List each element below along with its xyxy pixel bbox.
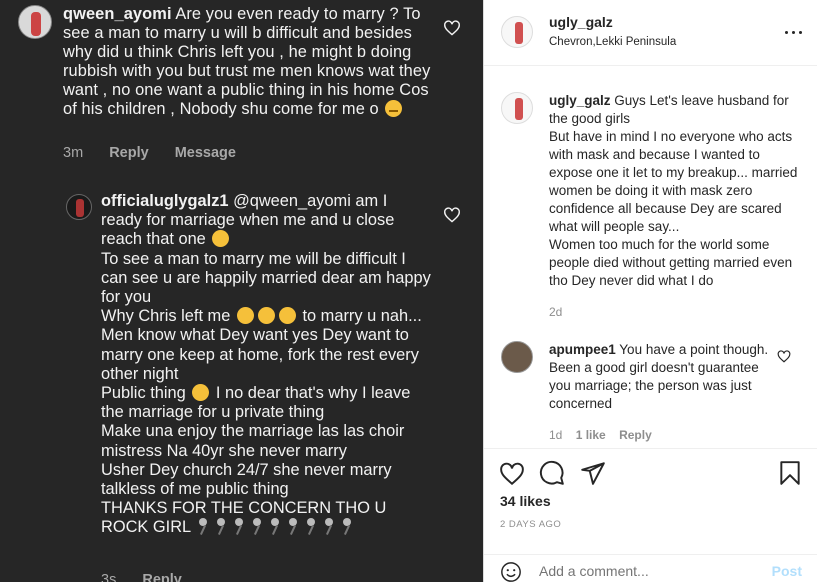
avatar[interactable] (66, 194, 92, 220)
caption-username[interactable]: ugly_galz (549, 93, 611, 108)
microphone-emoji (217, 518, 226, 535)
comment-line: Public thing (101, 384, 186, 403)
comment-apumpee: apumpee1 You have a point though. Been a… (549, 341, 779, 413)
avatar[interactable] (18, 5, 52, 39)
reply-button[interactable]: Reply (619, 428, 652, 442)
message-button[interactable]: Message (175, 145, 236, 161)
laughing-emoji (278, 307, 296, 325)
post-button[interactable]: Post (772, 563, 802, 579)
microphone-emoji (271, 518, 280, 535)
post-username[interactable]: ugly_galz (549, 14, 613, 30)
comment-username[interactable]: qween_ayomi (63, 5, 172, 23)
comment-time: 1d (549, 428, 563, 442)
post-side-panel: ugly_galz Chevron,Lekki Peninsula ugly_g… (483, 0, 817, 582)
microphone-emoji (253, 518, 262, 535)
heart-icon[interactable] (443, 20, 461, 36)
comment-line: Usher Dey church 24/7 she never marry ta… (101, 460, 392, 499)
microphone-emoji (235, 518, 244, 535)
comment-line: Why Chris left me (101, 307, 231, 326)
unamused-face-emoji (385, 100, 403, 117)
avatar[interactable] (501, 341, 533, 373)
comment-line: Men know what Dey want yes Dey want to m… (101, 326, 419, 383)
more-options-icon[interactable] (784, 24, 804, 40)
comment-meta: 1d 1 like Reply (549, 428, 662, 442)
laughing-emoji (236, 307, 254, 325)
save-bookmark-icon[interactable] (778, 460, 802, 486)
microphone-emoji (325, 518, 334, 535)
heart-icon[interactable] (777, 350, 791, 363)
likes-count[interactable]: 34 likes (500, 493, 551, 509)
laughing-emoji (257, 307, 275, 325)
post-caption: ugly_galz Guys Let's leave husband for t… (549, 92, 799, 290)
caption-text: Guys Let's leave husband for the good gi… (549, 93, 798, 288)
comment-username[interactable]: officialuglygalz1 (101, 192, 229, 210)
add-comment-row: Post (484, 554, 817, 582)
comment-likes[interactable]: 1 like (576, 428, 606, 442)
comment-time: 3s (101, 572, 117, 582)
microphone-emoji (289, 518, 298, 535)
add-comment-input[interactable] (539, 563, 749, 579)
like-heart-icon[interactable] (499, 461, 525, 487)
post-header: ugly_galz Chevron,Lekki Peninsula (484, 0, 817, 66)
comment-line: to marry u nah... (302, 307, 422, 326)
avatar[interactable] (501, 16, 533, 48)
share-send-icon[interactable] (580, 460, 606, 486)
avatar[interactable] (501, 92, 533, 124)
mention-link[interactable]: @qween_ayomi (233, 192, 351, 210)
laughing-emoji (212, 230, 230, 248)
comment-bubble-icon[interactable] (539, 460, 565, 486)
post-location[interactable]: Chevron,Lekki Peninsula (549, 36, 676, 48)
story-screenshot-panel: qween_ayomi Are you even ready to marry … (0, 0, 483, 582)
reply-button[interactable]: Reply (142, 572, 182, 582)
comment-line: To see a man to marry me will be difficu… (101, 249, 431, 307)
comment-meta: 3m Reply Message (63, 145, 258, 161)
microphone-emoji (199, 518, 208, 535)
microphone-emoji (343, 518, 352, 535)
laughing-emoji (192, 384, 210, 402)
caption-time: 2d (549, 305, 563, 319)
reply-button[interactable]: Reply (109, 145, 149, 161)
comment-username[interactable]: apumpee1 (549, 342, 616, 357)
post-actions: 34 likes 2 DAYS AGO Post (484, 448, 817, 582)
comment-meta: 3s Reply (101, 572, 204, 582)
post-date: 2 DAYS AGO (500, 519, 562, 530)
comment-line: Make una enjoy the marriage las las choi… (101, 422, 405, 460)
microphone-emoji (307, 518, 316, 535)
comment-time: 3m (63, 145, 84, 161)
heart-icon[interactable] (443, 207, 461, 223)
emoji-smiley-icon[interactable] (500, 561, 522, 582)
